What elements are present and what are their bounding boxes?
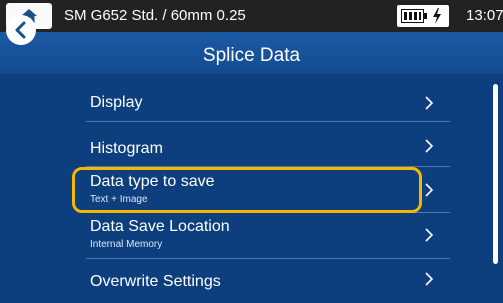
clock: 13:07	[466, 7, 503, 24]
menu-item-label: Overwrite Settings	[90, 273, 221, 290]
scrollbar[interactable]	[493, 84, 498, 264]
menu-item-histogram[interactable]: Histogram	[70, 122, 450, 166]
menu-item-label: Display	[90, 94, 143, 111]
chevron-right-icon	[425, 228, 434, 242]
menu-item-overwrite-settings[interactable]: Overwrite Settings	[70, 259, 450, 303]
menu-item-data-save-location[interactable]: Data Save Location Internal Memory	[70, 213, 450, 257]
back-button[interactable]	[6, 15, 36, 45]
chevron-right-icon	[425, 272, 434, 286]
back-arrow-icon	[15, 21, 26, 39]
chevron-right-icon	[425, 183, 434, 197]
menu-item-label: Histogram	[90, 140, 163, 157]
highlight-frame	[72, 167, 422, 213]
chevron-right-icon	[425, 96, 434, 110]
device-title: SM G652 Std. / 60mm 0.25	[64, 7, 246, 24]
menu-item-display[interactable]: Display	[70, 77, 450, 121]
chevron-right-icon	[425, 139, 434, 153]
battery-indicator	[397, 5, 449, 27]
status-bar: SM G652 Std. / 60mm 0.25 13:07	[0, 0, 503, 32]
plug-icon	[433, 8, 441, 24]
battery-icon	[401, 9, 427, 23]
menu-item-value: Internal Memory	[90, 239, 163, 250]
menu-item-label: Data Save Location	[90, 218, 230, 235]
page-title: Splice Data	[202, 45, 301, 66]
